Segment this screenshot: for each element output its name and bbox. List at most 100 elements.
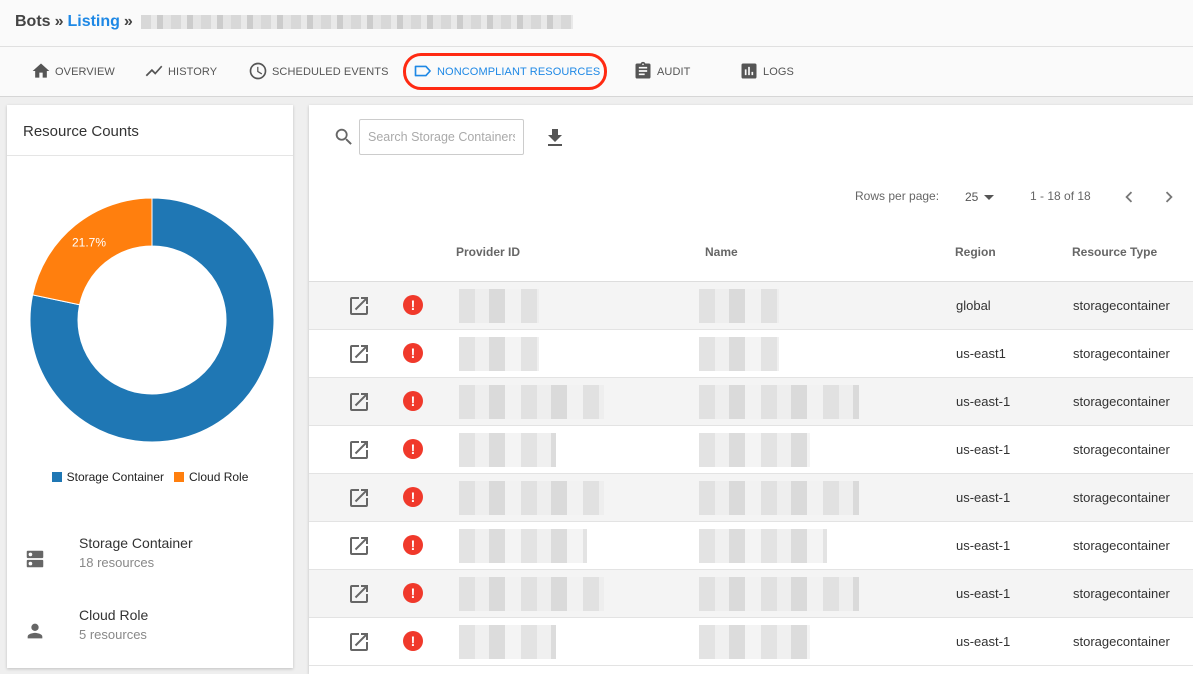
donut-chart: 78.3% 21.7% [29,197,275,443]
resource-item-storage-container[interactable]: Storage Container 18 resources [7,530,293,590]
table-row[interactable]: ! global storagecontainer [309,282,1193,330]
redacted-name [699,625,810,659]
cell-resource-type: storagecontainer [1073,538,1170,553]
redacted-provider-id [459,577,604,611]
legend-item-storage-container[interactable]: Storage Container [51,470,165,484]
redacted-name [699,577,859,611]
rows-per-page-label: Rows per page: [855,189,940,203]
alert-icon: ! [403,535,423,555]
redacted-provider-id [459,385,604,419]
chart-legend: Storage Container Cloud Role [7,470,293,484]
legend-swatch [51,472,62,482]
clock-icon [248,61,272,84]
column-header-name[interactable]: Name [705,245,738,259]
cell-region: us-east-1 [956,634,1011,649]
column-header-region[interactable]: Region [955,245,996,259]
tab-noncompliant-resources[interactable]: NONCOMPLIANT RESOURCES [413,47,600,97]
cell-region: us-east1 [956,346,1006,361]
tab-label: NONCOMPLIANT RESOURCES [437,66,601,78]
breadcrumb-separator: » [54,13,64,30]
cell-region: us-east-1 [956,394,1011,409]
trend-line-icon [144,61,168,84]
tab-scheduled-events[interactable]: SCHEDULED EVENTS [248,47,389,97]
cell-resource-type: storagecontainer [1073,442,1170,457]
open-external-icon[interactable] [347,486,371,510]
redacted-provider-id [459,481,604,515]
legend-item-cloud-role[interactable]: Cloud Role [174,470,248,484]
clipboard-icon [633,61,657,84]
alert-icon: ! [403,295,423,315]
redacted-name [699,433,810,467]
home-icon [31,61,55,84]
redacted-name [699,385,859,419]
tab-label: HISTORY [168,66,218,78]
table-row[interactable]: ! us-east-1 storagecontainer [309,474,1193,522]
breadcrumb-separator: » [123,13,133,30]
chevron-right-icon [1165,191,1173,203]
redacted-name [699,289,779,323]
tab-label: LOGS [763,66,794,78]
cell-region: global [956,298,991,313]
table-row[interactable]: ! us-east-1 storagecontainer [309,570,1193,618]
tab-bar: OVERVIEW HISTORY SCHEDULED EVENTS NONCOM… [0,46,1193,97]
open-external-icon[interactable] [347,582,371,606]
alert-icon: ! [403,439,423,459]
table-row[interactable]: ! us-east-1 storagecontainer [309,618,1193,666]
tab-logs[interactable]: LOGS [739,47,794,97]
alert-icon: ! [403,583,423,603]
next-page-button[interactable] [1158,186,1180,208]
table-row[interactable]: ! us-east-1 storagecontainer [309,426,1193,474]
pie-slice-cloud-role[interactable] [32,197,153,306]
cell-resource-type: storagecontainer [1073,490,1170,505]
open-external-icon[interactable] [347,294,371,318]
tab-overview[interactable]: OVERVIEW [31,47,115,97]
cell-region: us-east-1 [956,442,1011,457]
table-row[interactable]: ! us-east-1 storagecontainer [309,522,1193,570]
breadcrumb-listing-link[interactable]: Listing [67,13,119,31]
resource-name: Cloud Role [79,607,149,623]
breadcrumb-root[interactable]: Bots [15,13,51,31]
noncompliant-resources-table-card: Rows per page: 25 1 - 18 of 18 Provider … [309,105,1193,674]
resource-count: 5 resources [79,627,147,642]
page-header: Bots » Listing » [0,0,1193,46]
rows-per-page-value: 25 [965,190,979,204]
alert-icon: ! [403,391,423,411]
cell-resource-type: storagecontainer [1073,346,1170,361]
breadcrumb-redacted-name [140,15,573,29]
open-external-icon[interactable] [347,390,371,414]
person-icon [24,620,46,642]
open-external-icon[interactable] [347,534,371,558]
cell-resource-type: storagecontainer [1073,586,1170,601]
server-icon [24,548,46,570]
label-tag-icon [413,61,437,84]
alert-icon: ! [403,343,423,363]
resource-name: Storage Container [79,535,193,551]
download-icon[interactable] [543,126,567,150]
alert-icon: ! [403,487,423,507]
redacted-provider-id [459,289,539,323]
table-row[interactable]: ! us-east-1 storagecontainer [309,378,1193,426]
pagination-range: 1 - 18 of 18 [1030,189,1091,203]
resource-item-cloud-role[interactable]: Cloud Role 5 resources [7,602,293,662]
tab-label: AUDIT [657,66,691,78]
prev-page-button[interactable] [1118,186,1140,208]
cell-resource-type: storagecontainer [1073,394,1170,409]
tab-history[interactable]: HISTORY [144,47,217,97]
table-row[interactable]: ! us-east1 storagecontainer [309,330,1193,378]
column-header-provider-id[interactable]: Provider ID [456,245,520,259]
rows-per-page-select[interactable]: 25 [965,185,1001,209]
redacted-provider-id [459,433,556,467]
legend-label: Storage Container [66,470,165,484]
open-external-icon[interactable] [347,438,371,462]
redacted-name [699,481,859,515]
open-external-icon[interactable] [347,342,371,366]
redacted-name [699,529,827,563]
redacted-provider-id [459,625,556,659]
tab-audit[interactable]: AUDIT [633,47,691,97]
alert-icon: ! [403,631,423,651]
divider [7,155,293,156]
search-input[interactable] [359,119,524,155]
open-external-icon[interactable] [347,630,371,654]
column-header-resource-type[interactable]: Resource Type [1072,245,1157,259]
pie-slice-label: 78.3% [216,429,250,443]
